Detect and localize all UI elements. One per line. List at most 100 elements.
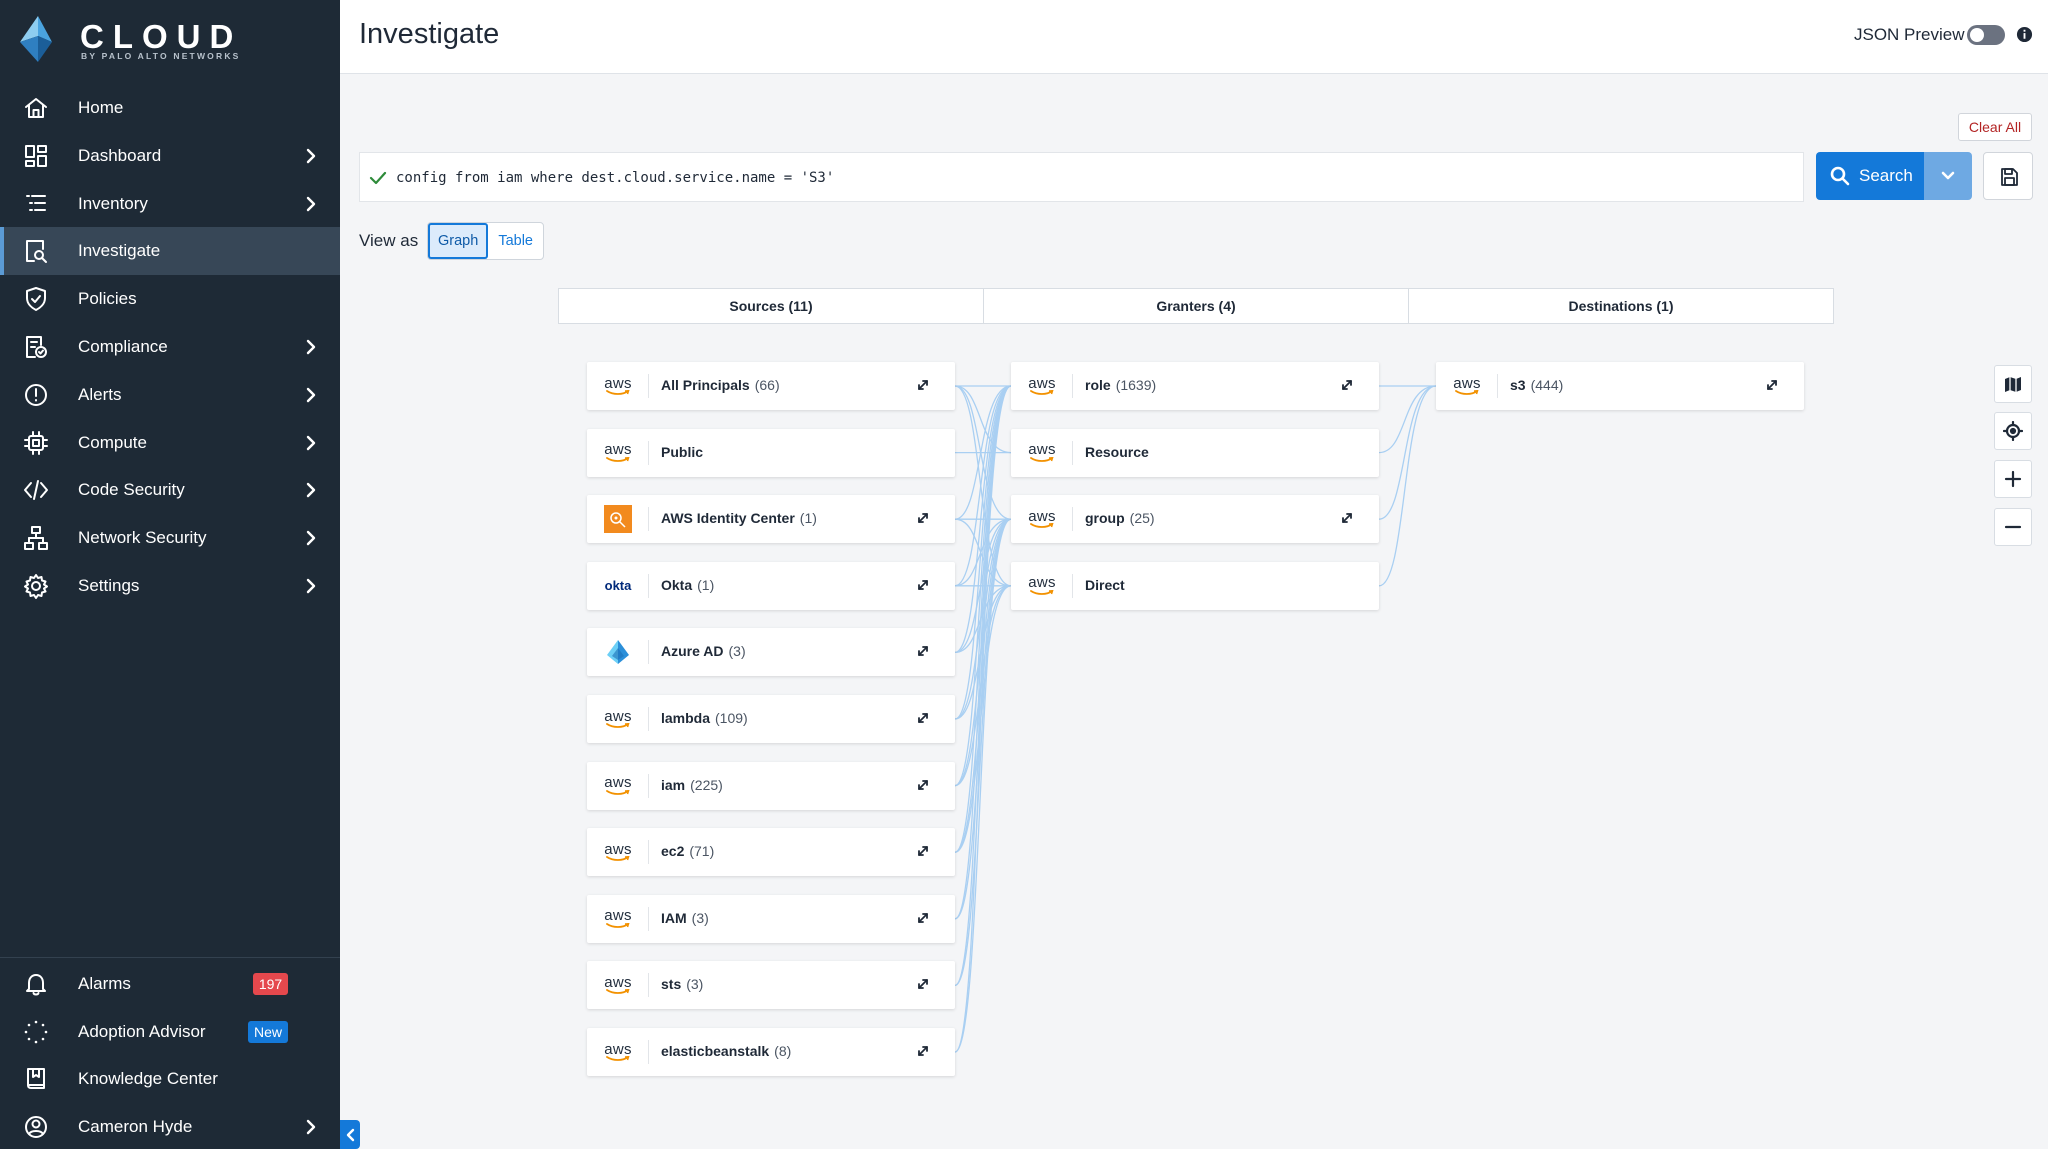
expand-node-button[interactable] [1339, 510, 1357, 528]
node-label: group (25) [1085, 510, 1155, 526]
graph-edge [954, 385, 1012, 520]
sidebar-item-settings[interactable]: Settings [0, 562, 340, 610]
aws-logo-icon: aws [1027, 371, 1057, 401]
node-count: (109) [715, 710, 748, 726]
brand-logo[interactable]: CLOUD BY PALO ALTO NETWORKS [16, 14, 316, 66]
granter-node-role[interactable]: aws role (1639) [1011, 362, 1379, 410]
node-count: (66) [754, 377, 780, 393]
expand-node-button[interactable] [915, 910, 933, 928]
granter-node-group[interactable]: aws group (25) [1011, 495, 1379, 544]
granter-node-resource[interactable]: aws Resource [1011, 428, 1379, 477]
source-node-public[interactable]: aws Public [587, 428, 955, 477]
expand-node-button[interactable] [1764, 377, 1782, 395]
node-label: lambda (109) [661, 710, 748, 726]
node-label: Resource [1085, 444, 1149, 460]
sidebar-item-label: Inventory [78, 193, 148, 213]
source-node-iam[interactable]: aws IAM (3) [587, 894, 955, 943]
json-preview-toggle[interactable] [1967, 25, 2005, 45]
source-node-lambda[interactable]: aws lambda (109) [587, 695, 955, 743]
alarm-count-badge: 197 [253, 973, 288, 995]
sidebar-item-network-security[interactable]: Network Security [0, 514, 340, 562]
book-icon [22, 1066, 50, 1092]
expand-node-button[interactable] [915, 1043, 933, 1061]
expand-node-button[interactable] [915, 976, 933, 994]
node-count: (71) [689, 843, 715, 860]
node-name: sts [661, 976, 682, 993]
alert-circle-icon [22, 382, 50, 408]
node-name: Azure AD [661, 643, 724, 660]
sidebar-item-adoption-advisor[interactable]: Adoption Advisor New [0, 1008, 340, 1056]
sidebar-item-label: Settings [78, 576, 140, 595]
source-node-sts[interactable]: aws sts (3) [587, 961, 955, 1010]
node-label: Okta (1) [661, 577, 714, 593]
source-node-ec2[interactable]: aws ec2 (71) [587, 828, 955, 877]
sidebar-item-dashboard[interactable]: Dashboard [0, 132, 340, 180]
sidebar-item-inventory[interactable]: Inventory [0, 180, 340, 228]
source-node-okta[interactable]: okta Okta (1) [587, 561, 955, 610]
graph-edge [954, 385, 1012, 1053]
source-node-azure-ad[interactable]: Azure AD (3) [587, 628, 955, 677]
graph-edge [954, 385, 1012, 520]
node-count: (225) [690, 776, 723, 793]
granter-node-direct[interactable]: aws Direct [1011, 561, 1379, 610]
sidebar-item-policies[interactable]: Policies [0, 275, 340, 323]
source-node-iam[interactable]: aws iam (225) [587, 761, 955, 810]
sidebar-item-chevron [302, 337, 320, 357]
destination-node-s3[interactable]: aws s3 (444) [1436, 362, 1804, 410]
sidebar-item-cameron-hyde[interactable]: Cameron Hyde [0, 1103, 340, 1149]
zoom-out-button[interactable] [1994, 508, 2032, 546]
search-button[interactable]: Search [1816, 152, 1924, 200]
sidebar-item-label: Adoption Advisor [78, 1021, 206, 1041]
search-options-dropdown[interactable] [1924, 152, 1972, 200]
expand-node-button[interactable] [915, 643, 933, 661]
graph-edge [954, 518, 1012, 587]
expand-icon [1342, 513, 1352, 524]
aws-logo-icon: aws [1027, 571, 1057, 601]
sidebar-item-compute[interactable]: Compute [0, 419, 340, 467]
sidebar-item-code-security[interactable]: Code Security [0, 466, 340, 514]
azure-ad-logo-icon [603, 637, 633, 667]
check-icon [369, 171, 387, 185]
graph-edge [954, 585, 1012, 853]
sidebar-collapse-button[interactable] [340, 1120, 360, 1149]
zoom-out-icon [2004, 525, 2022, 529]
sidebar-item-investigate[interactable]: Investigate [0, 227, 340, 276]
node-count: (1) [799, 510, 817, 527]
aws-logo-icon: aws [1452, 371, 1482, 401]
chevron-left-icon [346, 1128, 355, 1141]
graph-edge [954, 518, 1012, 787]
node-separator [1072, 507, 1073, 532]
node-label: iam (225) [661, 777, 723, 793]
aws-logo-icon: aws [603, 771, 633, 801]
sidebar-item-home[interactable]: Home [0, 84, 340, 132]
info-icon[interactable] [2016, 26, 2033, 43]
expand-icon [1342, 380, 1352, 390]
source-node-all-principals[interactable]: aws All Principals (66) [587, 362, 955, 410]
locate-button[interactable] [1994, 412, 2032, 450]
expand-node-button[interactable] [915, 777, 933, 795]
expand-node-button[interactable] [1339, 377, 1357, 395]
save-query-button[interactable] [1983, 152, 2033, 200]
sidebar-item-alerts[interactable]: Alerts [0, 371, 340, 419]
source-node-aws-identity-center[interactable]: AWS Identity Center (1) [587, 495, 955, 544]
graph-edge [954, 385, 1012, 787]
node-separator [648, 906, 649, 931]
expand-node-button[interactable] [915, 377, 933, 395]
node-separator [648, 640, 649, 665]
sidebar-item-label: Alerts [78, 384, 122, 404]
query-input[interactable] [396, 166, 1786, 190]
source-node-elasticbeanstalk[interactable]: aws elasticbeanstalk (8) [587, 1028, 955, 1076]
aws-logo-text: aws [604, 907, 632, 925]
zoom-in-button[interactable] [1994, 460, 2032, 498]
expand-node-button[interactable] [915, 510, 933, 528]
expand-node-button[interactable] [915, 577, 933, 595]
view-graph-button[interactable]: Graph [428, 223, 489, 259]
map-button[interactable] [1994, 365, 2032, 403]
clear-all-button[interactable]: Clear All [1958, 113, 2032, 141]
view-table-button[interactable]: Table [488, 223, 543, 259]
sidebar-item-knowledge-center[interactable]: Knowledge Center [0, 1055, 340, 1103]
sidebar-item-compliance[interactable]: Compliance [0, 323, 340, 371]
expand-node-button[interactable] [915, 710, 933, 728]
expand-node-button[interactable] [915, 843, 933, 861]
sidebar-item-alarms[interactable]: Alarms 197 [0, 960, 340, 1008]
